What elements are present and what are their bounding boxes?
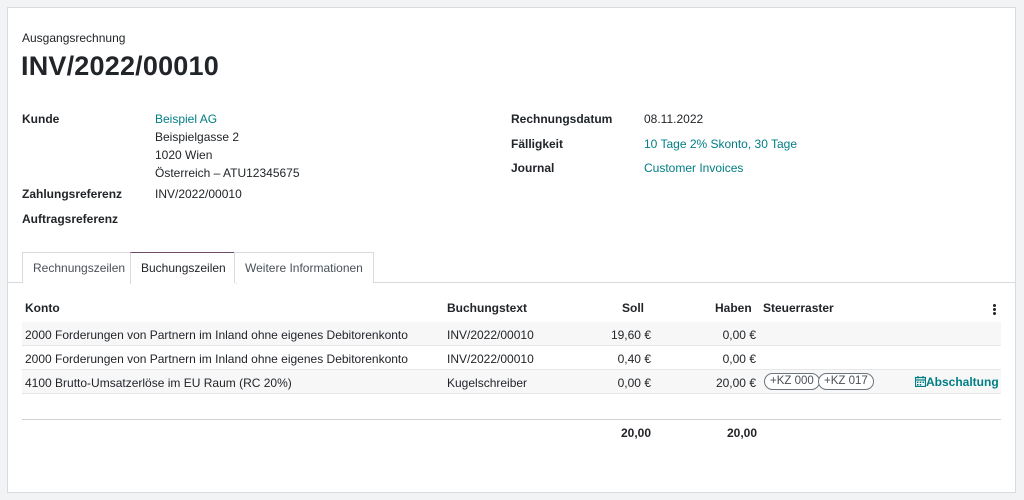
zahlungsreferenz-label: Zahlungsreferenz [22, 187, 123, 201]
abschaltung-label: Abschaltung [926, 375, 999, 389]
page-title: INV/2022/00010 [21, 51, 219, 81]
kunde-label: Kunde [22, 112, 60, 126]
table-row[interactable]: 2000 Forderungen von Partnern im Inland … [22, 346, 1001, 370]
payment-terms-link[interactable]: 10 Tage 2% Skonto, 30 Tage [644, 137, 797, 151]
column-header-buchungstext[interactable]: Buchungstext [447, 301, 527, 315]
totals-divider [22, 419, 1001, 420]
konto-cell: 2000 Forderungen von Partnern im Inland … [25, 328, 408, 342]
haben-cell: 0,00 € [722, 328, 756, 342]
table-header: Konto Buchungstext Soll Haben Steuerrast… [8, 301, 1015, 321]
journal-link[interactable]: Customer Invoices [644, 161, 743, 175]
customer-city: 1020 Wien [155, 148, 213, 162]
zahlungsreferenz-field[interactable]: INV/2022/00010 [155, 187, 242, 201]
faelligkeit-label: Fälligkeit [511, 137, 564, 151]
tax-tag-badge[interactable]: +KZ 017 [818, 373, 874, 390]
column-header-steuerraster[interactable]: Steuerraster [763, 301, 834, 315]
buchungstext-cell: INV/2022/00010 [447, 328, 534, 342]
soll-cell: 19,60 € [610, 328, 651, 342]
haben-cell: 20,00 € [715, 376, 756, 390]
document-type-label: Ausgangsrechnung [22, 31, 126, 45]
table-row[interactable]: 2000 Forderungen von Partnern im Inland … [22, 322, 1001, 346]
column-header-konto[interactable]: Konto [25, 301, 60, 315]
buchungstext-cell: INV/2022/00010 [447, 352, 534, 366]
calendar-icon [914, 376, 927, 388]
invoice-form-sheet: Ausgangsrechnung INV/2022/00010 Kunde Be… [7, 7, 1016, 493]
customer-country-vat: Österreich – ATU12345675 [155, 166, 300, 180]
soll-cell: 0,00 € [617, 376, 651, 390]
notebook-tabs: Rechnungszeilen Buchungszeilen Weitere I… [8, 252, 1015, 284]
tab-weitere-informationen[interactable]: Weitere Informationen [234, 252, 374, 283]
rechnungsdatum-field[interactable]: 08.11.2022 [644, 112, 703, 126]
rechnungsdatum-label: Rechnungsdatum [511, 112, 613, 126]
table-row[interactable]: 4100 Brutto-Umsatzerlöse im EU Raum (RC … [22, 370, 1001, 394]
total-haben: 20,00 [726, 426, 757, 440]
total-soll: 20,00 [620, 426, 651, 440]
journal-label: Journal [511, 161, 555, 175]
auftragsreferenz-label: Auftragsreferenz [22, 212, 119, 226]
optional-columns-icon[interactable] [993, 304, 997, 315]
haben-cell: 0,00 € [722, 352, 756, 366]
customer-link[interactable]: Beispiel AG [155, 112, 217, 126]
customer-street: Beispielgasse 2 [155, 130, 240, 144]
konto-cell: 2000 Forderungen von Partnern im Inland … [25, 352, 408, 366]
column-header-haben[interactable]: Haben [715, 301, 752, 315]
konto-cell: 4100 Brutto-Umsatzerlöse im EU Raum (RC … [25, 376, 292, 390]
soll-cell: 0,40 € [617, 352, 651, 366]
abschaltung-button[interactable]: Abschaltung [914, 375, 999, 389]
column-header-soll[interactable]: Soll [622, 301, 644, 315]
tab-buchungszeilen[interactable]: Buchungszeilen [130, 252, 237, 284]
buchungstext-cell: Kugelschreiber [447, 376, 528, 390]
tab-rechnungszeilen[interactable]: Rechnungszeilen [22, 252, 137, 283]
tax-tag-badge[interactable]: +KZ 000 [764, 373, 820, 390]
